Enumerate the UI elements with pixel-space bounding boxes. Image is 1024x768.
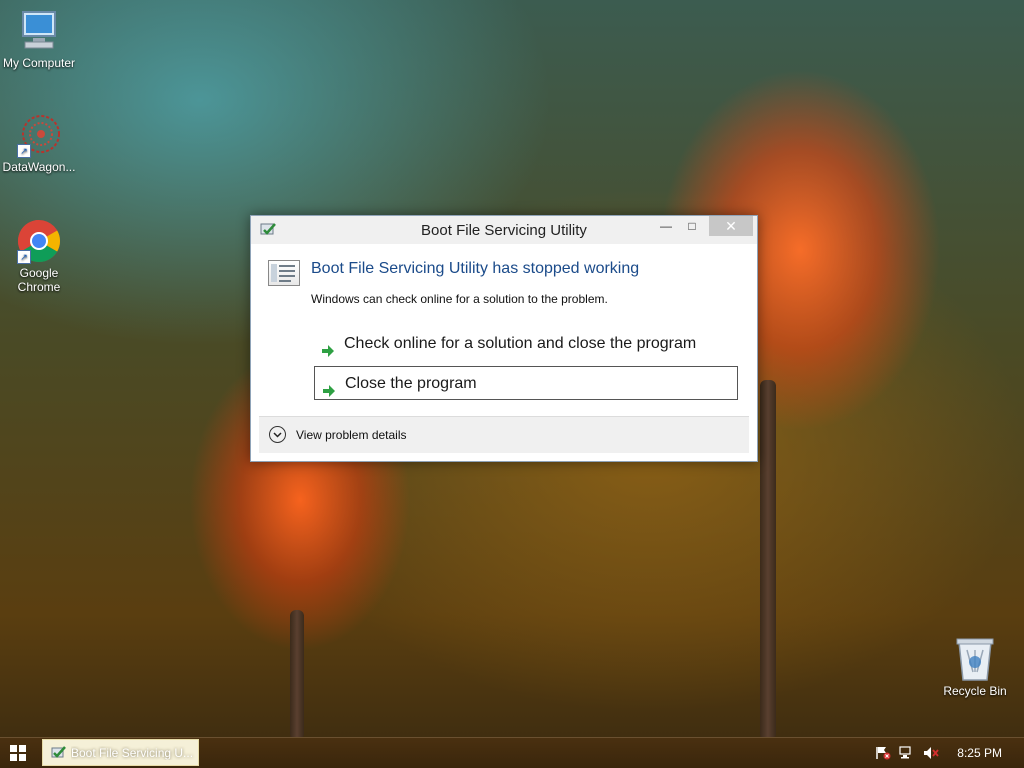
datawagon-icon: ↗	[15, 112, 63, 158]
chrome-icon: ↗	[15, 218, 63, 264]
program-window-icon	[268, 260, 300, 286]
shortcut-arrow-icon: ↗	[17, 250, 31, 264]
app-icon	[51, 745, 67, 761]
network-icon[interactable]	[899, 746, 915, 760]
wallpaper-stem-left	[290, 610, 304, 740]
taskbar-item-boot-file-servicing-utility[interactable]: Boot File Servicing U...	[42, 739, 199, 766]
error-dialog: Boot File Servicing Utility — □ ✕ Boot F…	[250, 215, 758, 462]
wallpaper-stem-right	[760, 380, 776, 740]
recycle-bin-icon	[951, 636, 999, 682]
desktop-icon-google-chrome[interactable]: ↗ Google Chrome	[1, 218, 77, 294]
taskbar: Boot File Servicing U... 8:25 PM	[0, 737, 1024, 768]
option-label: Check online for a solution and close th…	[344, 335, 697, 352]
volume-muted-icon[interactable]	[923, 746, 939, 760]
error-heading: Boot File Servicing Utility has stopped …	[311, 260, 640, 277]
dialog-body: Boot File Servicing Utility has stopped …	[251, 244, 757, 414]
desktop-icon-label: DataWagon...	[2, 160, 76, 174]
close-button[interactable]: ✕	[709, 216, 753, 236]
chevron-down-icon[interactable]	[269, 426, 286, 443]
green-arrow-icon	[322, 377, 336, 397]
computer-icon	[15, 8, 63, 54]
green-arrow-icon	[321, 337, 335, 357]
desktop-icon-label: Recycle Bin	[943, 684, 1007, 698]
action-center-flag-icon[interactable]	[875, 746, 891, 760]
shortcut-arrow-icon: ↗	[17, 144, 31, 158]
view-problem-details-link[interactable]: View problem details	[296, 428, 407, 442]
desktop-icon-label: Google Chrome	[17, 266, 61, 294]
option-label: Close the program	[345, 375, 477, 392]
check-online-option[interactable]: Check online for a solution and close th…	[314, 327, 734, 361]
taskbar-item-label: Boot File Servicing U...	[71, 746, 194, 760]
close-program-option[interactable]: Close the program	[314, 366, 738, 400]
windows-start-icon[interactable]	[10, 745, 26, 761]
desktop-icon-recycle-bin[interactable]: Recycle Bin	[937, 636, 1013, 698]
taskbar-clock[interactable]: 8:25 PM	[957, 746, 1002, 760]
maximize-button[interactable]: □	[679, 216, 705, 236]
desktop-icon-my-computer[interactable]: My Computer	[1, 8, 77, 70]
minimize-button[interactable]: —	[653, 216, 679, 236]
error-subtext: Windows can check online for a solution …	[311, 292, 608, 306]
dialog-footer: View problem details	[259, 416, 749, 453]
desktop-icon-datawagon[interactable]: ↗ DataWagon...	[1, 112, 77, 174]
desktop-icon-label: My Computer	[2, 56, 76, 70]
dialog-titlebar[interactable]: Boot File Servicing Utility — □ ✕	[251, 216, 757, 244]
